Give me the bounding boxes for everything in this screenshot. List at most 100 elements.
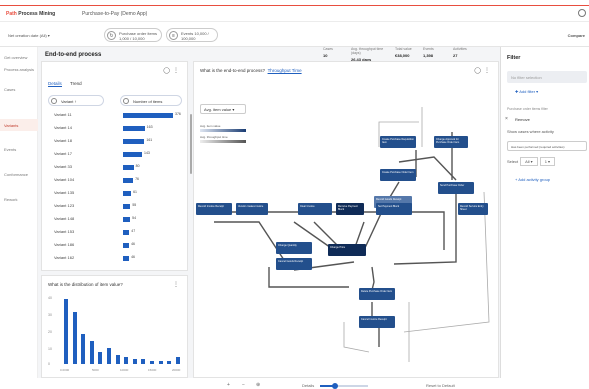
process-node[interactable]: Vendor creates invoice (236, 203, 268, 215)
count-bar (123, 243, 130, 248)
process-node[interactable]: Remove Payment Block (336, 203, 364, 215)
process-node[interactable]: Record Invoice Receipt (196, 203, 232, 215)
settings-icon[interactable] (578, 9, 586, 17)
histogram-bar[interactable] (167, 360, 172, 364)
table-row[interactable]: Variant 162 46 (50, 252, 190, 264)
sidebar-item-cases[interactable]: Cases (4, 87, 15, 92)
occurrence-select[interactable]: Select All ▾ 1 ▾ (507, 157, 556, 166)
activity-input[interactable]: Has been performed (required activities) (507, 141, 587, 151)
table-row[interactable]: Variant 135 61 (50, 187, 190, 199)
histogram-bar[interactable] (64, 299, 68, 364)
process-node[interactable]: Create Purchase Requisition Item (380, 136, 416, 148)
cases-chip[interactable]: ↻ Purchase order items 1,000 / 10,000 (104, 28, 162, 42)
table-row[interactable]: Variant 104 76 (50, 174, 190, 186)
process-edges (214, 107, 490, 362)
zoom-in-button[interactable]: + (227, 382, 230, 388)
process-node[interactable]: Set Payment Block (376, 203, 412, 215)
histogram-bar[interactable] (115, 355, 120, 364)
brand[interactable]: Path Process Mining (6, 11, 55, 17)
process-node[interactable]: Send Purchase Order (438, 182, 474, 194)
count-column-header[interactable]: Number of items (120, 95, 182, 106)
process-node[interactable]: Change Approval for Purchase Order Item (434, 136, 468, 148)
tab-trend[interactable]: Trend (70, 81, 82, 86)
y-tick: 40 (48, 296, 52, 300)
variant-label: Variant 148 (54, 216, 75, 221)
table-row[interactable]: Variant 186 46 (50, 239, 190, 251)
table-row[interactable]: Variant 18 161 (50, 135, 190, 147)
filter-search[interactable]: No filter selection (507, 71, 587, 83)
global-filter-bar: Net creation date (All) ▾ ↻ Purchase ord… (0, 23, 589, 47)
x-tick: 0.0000 (60, 368, 70, 372)
histogram-bar[interactable] (132, 358, 137, 364)
detail-slider[interactable] (320, 383, 368, 389)
count-bar (123, 126, 145, 131)
sidebar-item-rework[interactable]: Rework (4, 197, 18, 202)
zoom-out-button[interactable]: − (242, 382, 245, 388)
reset-button[interactable]: Reset to Default (426, 383, 455, 388)
sidebar-item-variants[interactable]: Variants (0, 119, 38, 131)
date-filter[interactable]: Net creation date (All) ▾ (8, 33, 50, 38)
histogram-bar[interactable] (98, 351, 103, 364)
process-node[interactable]: Delete Purchase Order Item (359, 288, 395, 300)
histogram (60, 294, 186, 364)
histogram-bar[interactable] (81, 334, 86, 364)
card-menu-icon[interactable]: ⋮ (173, 281, 182, 288)
sidebar-item-conformance[interactable]: Conformance (4, 172, 28, 177)
histogram-bar[interactable] (124, 357, 129, 364)
table-row[interactable]: Variant 11 376 (50, 109, 190, 121)
filter-section-title: Remove (515, 117, 530, 122)
main-content: End-to-end process Cases 10 Avg. throughp… (38, 47, 500, 389)
app-title: Purchase-to-Pay (Demo App) (82, 11, 148, 17)
process-node[interactable]: Create Purchase Order Item (380, 169, 416, 181)
table-row[interactable]: Variant 148 54 (50, 213, 190, 225)
process-node[interactable]: Clear Invoice (298, 203, 332, 215)
histogram-bar[interactable] (89, 341, 94, 364)
table-row[interactable]: Variant 17 143 (50, 148, 190, 160)
count-bar (123, 113, 173, 118)
count-value: 163 (146, 125, 153, 129)
table-row[interactable]: Variant 123 55 (50, 200, 190, 212)
histogram-bar[interactable] (150, 360, 154, 364)
process-node[interactable]: Cancel Goods Receipt (276, 258, 312, 270)
variant-column-header[interactable]: Variant ↑ (48, 95, 104, 106)
table-row[interactable]: Variant 33 80 (50, 161, 190, 173)
add-filter-button[interactable]: ✚ Add filter ▾ (515, 89, 538, 94)
sort-icon (123, 98, 129, 104)
variants-card: ◯⋮ Details Trend Variant ↑ Number of ite… (41, 61, 192, 271)
histogram-bar[interactable] (158, 360, 163, 364)
process-node[interactable]: Change Quantity (276, 242, 312, 254)
table-row[interactable]: Variant 14 163 (50, 122, 190, 134)
histogram-bar[interactable] (107, 348, 111, 364)
process-node[interactable]: Cancel Invoice Receipt (359, 316, 395, 328)
add-activity-group-button[interactable]: + Add activity group (515, 177, 550, 182)
sidebar-item-overview[interactable]: Get overview (4, 55, 27, 60)
scrollbar[interactable] (190, 114, 192, 174)
close-icon[interactable]: × (505, 116, 508, 122)
tab-details[interactable]: Details (48, 81, 62, 87)
card-menu-icon[interactable]: ◯⋮ (163, 67, 182, 74)
fit-icon[interactable]: ⊕ (256, 382, 260, 388)
histogram-bar[interactable] (141, 358, 146, 364)
sidebar-item-events[interactable]: Events (4, 147, 16, 152)
events-chip[interactable]: ≡ Events 10,000 / 100,000 (166, 28, 218, 42)
process-node[interactable]: Record Service Entry Sheet (458, 203, 488, 215)
compare-button[interactable]: Compare (568, 33, 585, 38)
filter-panel: Filter No filter selection ✚ Add filter … (500, 47, 589, 378)
variant-label: Variant 186 (54, 242, 75, 247)
y-tick: 0 (48, 362, 50, 366)
variant-label: Variant 33 (54, 164, 72, 169)
app-header: Path Process Mining Purchase-to-Pay (Dem… (0, 6, 589, 22)
process-node[interactable]: Change Price (328, 244, 366, 256)
histogram-bar[interactable] (175, 357, 180, 364)
count-value: 54 (132, 216, 137, 220)
histogram-bar[interactable] (72, 311, 77, 364)
count-bar (123, 230, 130, 235)
count-bar (123, 139, 145, 144)
slider-handle[interactable] (332, 383, 338, 389)
sidebar-item-analysis[interactable]: Process analysis (4, 67, 34, 72)
page-title: End-to-end process (45, 52, 102, 58)
count-bar (123, 178, 134, 183)
table-row[interactable]: Variant 153 47 (50, 226, 190, 238)
count-value: 376 (175, 112, 181, 116)
filter-subheading: Purchase order items filter (507, 107, 548, 111)
